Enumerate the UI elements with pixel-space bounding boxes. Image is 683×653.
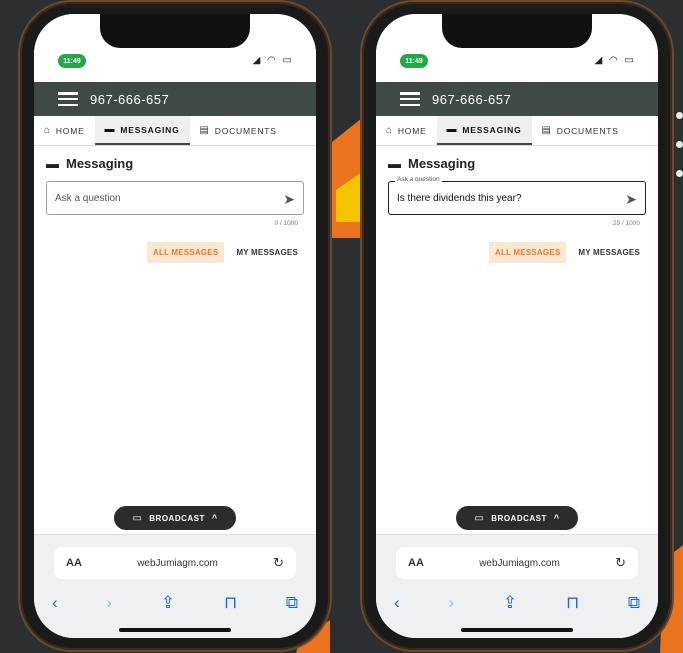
forward-icon[interactable]: ›	[448, 593, 454, 613]
question-value: Is there dividends this year?	[397, 192, 522, 204]
char-counter: 0 / 1000	[274, 220, 299, 227]
broadcast-label: BROADCAST	[491, 513, 547, 523]
cast-icon: ▭	[132, 512, 143, 524]
chevron-up-icon: ^	[553, 513, 560, 523]
signal-wifi-battery-icon: ◢ ◠ ▭	[594, 55, 636, 66]
phone-number: 967-666-657	[432, 91, 512, 107]
my-messages-button[interactable]: MY MESSAGES	[230, 242, 304, 263]
tabs-icon[interactable]: ⧉	[286, 593, 298, 613]
text-size-button[interactable]: AA	[408, 557, 424, 569]
url-bar[interactable]: AA webJumiagm.com ↻	[54, 547, 296, 579]
tab-label: MESSAGING	[462, 124, 522, 135]
menu-icon[interactable]	[58, 92, 78, 106]
tab-home[interactable]: ⌂ HOME	[34, 116, 95, 145]
my-messages-button[interactable]: MY MESSAGES	[572, 242, 646, 263]
status-time: 11:49	[400, 54, 428, 68]
back-icon[interactable]: ‹	[52, 593, 58, 613]
tab-label: DOCUMENTS	[556, 125, 619, 136]
all-messages-button[interactable]: ALL MESSAGES	[489, 242, 567, 263]
signal-wifi-battery-icon: ◢ ◠ ▭	[252, 55, 294, 66]
forum-icon: ▬	[104, 124, 116, 135]
char-counter: 29 / 1000	[612, 220, 640, 227]
phone-mockup-left: 11:49 ◢ ◠ ▭ 967-666-657 ⌂ HOME ▬ MESSAGING…	[20, 2, 330, 650]
browser-nav: ‹ › ⇪ ⊓ ⧉	[52, 593, 298, 613]
phone-number: 967-666-657	[90, 91, 170, 107]
bookmarks-icon[interactable]: ⊓	[566, 593, 579, 613]
send-icon[interactable]: ➤	[625, 191, 637, 208]
home-icon: ⌂	[386, 125, 393, 136]
forum-icon: ▬	[388, 156, 401, 171]
cast-icon: ▭	[474, 512, 485, 524]
tab-documents[interactable]: ▤ DOCUMENTS	[532, 116, 629, 145]
question-floating-label: Ask a question	[395, 176, 442, 183]
text-size-button[interactable]: AA	[66, 557, 82, 569]
url-text: webJumiagm.com	[479, 557, 560, 569]
home-icon: ⌂	[44, 125, 51, 136]
tabs-icon[interactable]: ⧉	[628, 593, 640, 613]
tab-label: DOCUMENTS	[214, 125, 277, 136]
browser-toolbar: AA webJumiagm.com ↻ ‹ › ⇪ ⊓ ⧉	[34, 534, 316, 638]
forum-icon: ▬	[446, 124, 458, 135]
share-icon[interactable]: ⇪	[161, 593, 175, 613]
share-icon[interactable]: ⇪	[503, 593, 517, 613]
question-input[interactable]: Ask a question Is there dividends this y…	[388, 176, 646, 215]
notch	[100, 14, 250, 48]
tab-messaging[interactable]: ▬ MESSAGING	[94, 116, 190, 145]
tab-label: HOME	[397, 125, 427, 136]
browser-toolbar: AA webJumiagm.com ↻ ‹ › ⇪ ⊓ ⧉	[376, 534, 658, 638]
url-bar[interactable]: AA webJumiagm.com ↻	[396, 547, 638, 579]
document-icon: ▤	[199, 125, 210, 136]
broadcast-button[interactable]: ▭ BROADCAST ^	[456, 506, 578, 530]
message-filters: ALL MESSAGES MY MESSAGES	[147, 242, 304, 263]
notch	[442, 14, 592, 48]
back-icon[interactable]: ‹	[394, 593, 400, 613]
phone-screen: 11:49 ◢ ◠ ▭ 967-666-657 ⌂ HOME ▬ MESSAGING…	[376, 14, 658, 638]
phone-screen: 11:49 ◢ ◠ ▭ 967-666-657 ⌂ HOME ▬ MESSAGING…	[34, 14, 316, 638]
send-icon[interactable]: ➤	[283, 191, 295, 208]
forum-icon: ▬	[46, 156, 59, 171]
all-messages-button[interactable]: ALL MESSAGES	[147, 242, 225, 263]
messaging-title: ▬ Messaging	[388, 156, 475, 171]
tab-documents[interactable]: ▤ DOCUMENTS	[190, 116, 287, 145]
forward-icon[interactable]: ›	[106, 593, 112, 613]
home-indicator	[461, 628, 573, 632]
menu-icon[interactable]	[400, 92, 420, 106]
tab-messaging[interactable]: ▬ MESSAGING	[436, 116, 532, 145]
document-icon: ▤	[541, 125, 552, 136]
tab-home[interactable]: ⌂ HOME	[376, 116, 437, 145]
messaging-title: ▬ Messaging	[46, 156, 133, 171]
question-placeholder: Ask a question	[55, 192, 121, 204]
chevron-up-icon: ^	[211, 513, 218, 523]
pagination-dots	[676, 112, 683, 199]
tab-label: MESSAGING	[120, 124, 180, 135]
nav-tabs: ⌂ HOME ▬ MESSAGING ▤ DOCUMENTS	[34, 116, 316, 146]
question-input[interactable]: Ask a question ➤	[46, 181, 304, 215]
tab-label: HOME	[55, 125, 85, 136]
messaging-title-text: Messaging	[66, 156, 134, 171]
phone-mockup-right: 11:49 ◢ ◠ ▭ 967-666-657 ⌂ HOME ▬ MESSAGING…	[362, 2, 672, 650]
broadcast-button[interactable]: ▭ BROADCAST ^	[114, 506, 236, 530]
app-bar: 967-666-657	[376, 82, 658, 116]
app-bar: 967-666-657	[34, 82, 316, 116]
reload-icon[interactable]: ↻	[615, 555, 626, 571]
broadcast-label: BROADCAST	[149, 513, 205, 523]
reload-icon[interactable]: ↻	[273, 555, 284, 571]
nav-tabs: ⌂ HOME ▬ MESSAGING ▤ DOCUMENTS	[376, 116, 658, 146]
bookmarks-icon[interactable]: ⊓	[224, 593, 237, 613]
status-time: 11:49	[58, 54, 86, 68]
message-filters: ALL MESSAGES MY MESSAGES	[489, 242, 646, 263]
browser-nav: ‹ › ⇪ ⊓ ⧉	[394, 593, 640, 613]
url-text: webJumiagm.com	[137, 557, 218, 569]
messaging-title-text: Messaging	[408, 156, 476, 171]
home-indicator	[119, 628, 231, 632]
